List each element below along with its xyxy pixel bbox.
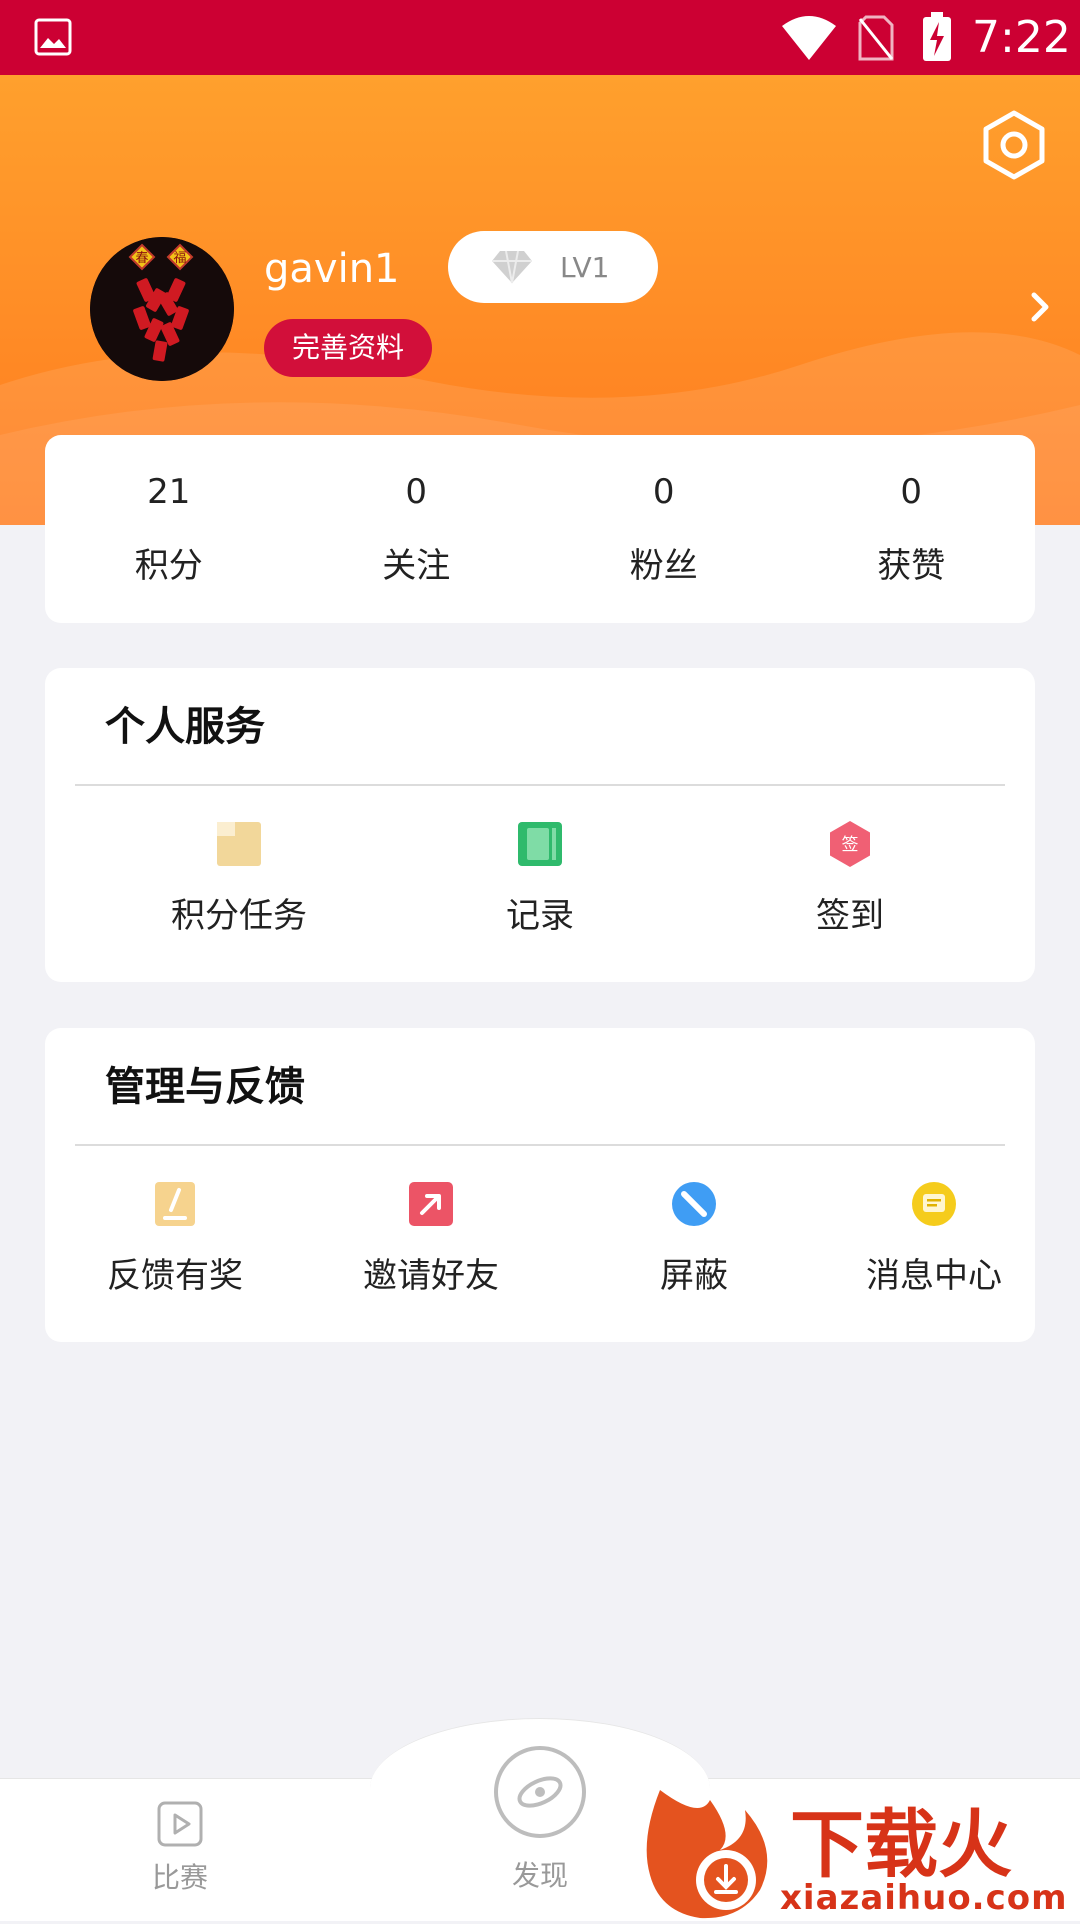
status-bar: 7:22 xyxy=(0,0,1080,75)
stat-value: 0 xyxy=(652,472,675,512)
discover-icon xyxy=(494,1746,586,1838)
divider xyxy=(75,784,1005,786)
chevron-right-icon[interactable] xyxy=(1030,291,1052,323)
message-center-button[interactable]: 消息中心 xyxy=(859,1180,1009,1298)
record-icon xyxy=(518,822,562,866)
item-label: 邀请好友 xyxy=(363,1256,499,1296)
item-label: 记录 xyxy=(506,896,574,936)
watermark-logo: 下载火 xiazaihuo.com xyxy=(640,1780,1080,1920)
level-badge[interactable]: LV1 xyxy=(448,231,658,303)
item-label: 反馈有奖 xyxy=(107,1256,243,1296)
stat-value: 21 xyxy=(147,472,191,512)
stat-label: 获赞 xyxy=(877,546,946,586)
item-label: 积分任务 xyxy=(171,896,307,936)
block-button[interactable]: 屏蔽 xyxy=(634,1180,754,1298)
stat-label: 粉丝 xyxy=(629,546,698,586)
block-icon xyxy=(672,1182,716,1226)
play-icon xyxy=(157,1801,203,1847)
stat-value: 0 xyxy=(900,472,923,512)
tab-match[interactable]: 比赛 xyxy=(120,1800,240,1896)
watermark-url: xiazaihuo.com xyxy=(780,1878,1068,1918)
stat-points[interactable]: 21 积分 xyxy=(45,435,293,623)
firecracker-avatar-image: 春 福 xyxy=(90,237,234,381)
feedback-icon xyxy=(155,1182,195,1226)
stat-label: 关注 xyxy=(382,546,451,586)
section-title: 管理与反馈 xyxy=(105,1064,305,1110)
invite-icon xyxy=(409,1182,453,1226)
item-label: 签到 xyxy=(816,896,884,936)
stat-label: 积分 xyxy=(134,546,203,586)
personal-services-card: 个人服务 积分任务 记录 签 签到 xyxy=(45,668,1035,982)
stat-value: 0 xyxy=(405,472,428,512)
watermark-title: 下载火 xyxy=(790,1802,1012,1888)
item-label: 消息中心 xyxy=(866,1256,1002,1296)
section-title: 个人服务 xyxy=(105,704,265,750)
invite-friends-button[interactable]: 邀请好友 xyxy=(351,1180,511,1298)
message-icon xyxy=(912,1182,956,1226)
status-time: 7:22 xyxy=(972,12,1071,63)
record-button[interactable]: 记录 xyxy=(468,820,612,938)
username: gavin1 xyxy=(264,246,400,292)
sign-in-icon: 签 xyxy=(830,821,870,867)
management-feedback-card: 管理与反馈 反馈有奖 邀请好友 屏蔽 消息中心 xyxy=(45,1028,1035,1342)
complete-profile-button[interactable]: 完善资料 xyxy=(264,319,432,377)
settings-icon[interactable] xyxy=(978,109,1050,181)
stat-following[interactable]: 0 关注 xyxy=(293,435,541,623)
level-text: LV1 xyxy=(560,250,610,284)
item-label: 屏蔽 xyxy=(660,1256,728,1296)
gallery-icon xyxy=(34,18,72,56)
feedback-button[interactable]: 反馈有奖 xyxy=(95,1180,255,1298)
avatar-char-fu: 福 xyxy=(173,251,186,266)
diamond-icon xyxy=(492,250,532,284)
tab-label: 发现 xyxy=(511,1859,568,1892)
tab-label: 比赛 xyxy=(151,1861,208,1894)
avatar-char-chun: 春 xyxy=(135,251,148,266)
divider xyxy=(75,1144,1005,1146)
points-task-button[interactable]: 积分任务 xyxy=(159,820,319,938)
sign-in-icon-text: 签 xyxy=(842,835,859,855)
stat-likes[interactable]: 0 获赞 xyxy=(788,435,1036,623)
tab-discover[interactable]: 发现 xyxy=(480,1744,600,1894)
no-sim-icon xyxy=(858,15,894,61)
battery-charging-icon xyxy=(923,12,951,61)
avatar[interactable]: 春 福 xyxy=(90,237,234,381)
stat-fans[interactable]: 0 粉丝 xyxy=(540,435,788,623)
stats-card: 21 积分 0 关注 0 粉丝 0 获赞 xyxy=(45,435,1035,623)
sign-in-button[interactable]: 签 签到 xyxy=(778,820,922,938)
points-task-icon xyxy=(217,822,261,866)
wifi-icon xyxy=(782,16,836,60)
